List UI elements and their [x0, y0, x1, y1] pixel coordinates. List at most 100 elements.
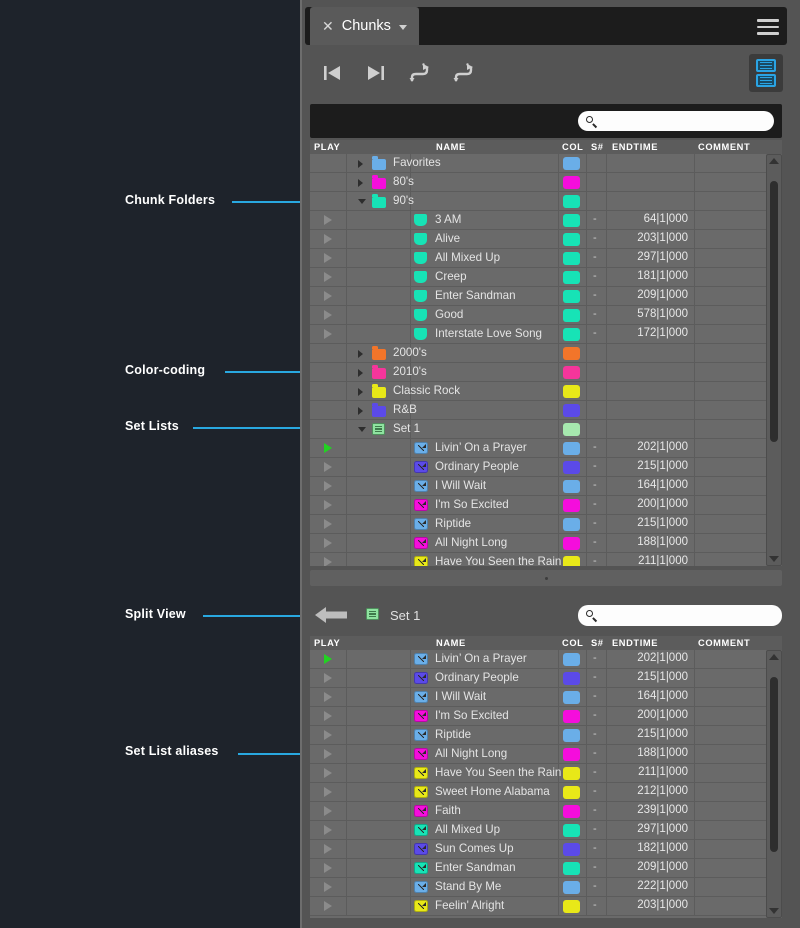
jump-previous-button[interactable]: [403, 56, 437, 90]
column-header-play[interactable]: PLAY: [314, 142, 340, 152]
color-swatch[interactable]: [563, 653, 580, 666]
table-row[interactable]: Alive-203|1|000: [310, 230, 782, 249]
table-row[interactable]: All Mixed Up-297|1|000: [310, 249, 782, 268]
color-swatch[interactable]: [563, 786, 580, 799]
column-header-endtime[interactable]: ENDTIME: [612, 142, 658, 152]
next-chunk-button[interactable]: [359, 56, 393, 90]
play-button[interactable]: [310, 496, 346, 514]
scrollbar-thumb[interactable]: [770, 677, 778, 852]
play-button[interactable]: [310, 553, 346, 566]
play-button[interactable]: [310, 669, 346, 687]
split-view-toggle[interactable]: [749, 54, 783, 92]
disclosure-triangle[interactable]: [358, 199, 366, 208]
play-button[interactable]: [310, 859, 346, 877]
table-row[interactable]: Enter Sandman-209|1|000: [310, 859, 782, 878]
color-swatch[interactable]: [563, 461, 580, 474]
color-swatch[interactable]: [563, 805, 580, 818]
play-button[interactable]: [310, 230, 346, 248]
color-swatch[interactable]: [563, 729, 580, 742]
play-button[interactable]: [310, 726, 346, 744]
table-row[interactable]: Favorites: [310, 154, 782, 173]
play-button[interactable]: [310, 287, 346, 305]
table-row[interactable]: All Mixed Up-297|1|000: [310, 821, 782, 840]
table-row[interactable]: Set 1: [310, 420, 782, 439]
table-row[interactable]: I'm So Excited-200|1|000: [310, 496, 782, 515]
play-button[interactable]: [310, 477, 346, 495]
color-swatch[interactable]: [563, 328, 580, 341]
color-swatch[interactable]: [563, 710, 580, 723]
color-swatch[interactable]: [563, 691, 580, 704]
chevron-down-icon[interactable]: [399, 25, 407, 30]
top-search-box[interactable]: [578, 111, 774, 131]
table-row[interactable]: Livin’ On a Prayer-202|1|000: [310, 439, 782, 458]
play-button[interactable]: [310, 211, 346, 229]
close-icon[interactable]: ✕: [322, 19, 334, 33]
scrollbar-thumb[interactable]: [770, 181, 778, 442]
table-row[interactable]: 2010's: [310, 363, 782, 382]
play-button[interactable]: [310, 783, 346, 801]
table-row[interactable]: Ordinary People-215|1|000: [310, 458, 782, 477]
table-row[interactable]: Have You Seen the Rain-211|1|000: [310, 553, 782, 566]
table-row[interactable]: 2000's: [310, 344, 782, 363]
disclosure-triangle[interactable]: [358, 350, 363, 358]
color-swatch[interactable]: [563, 366, 580, 379]
disclosure-triangle[interactable]: [358, 369, 363, 377]
table-row[interactable]: 90's: [310, 192, 782, 211]
top-list-scrollbar[interactable]: [766, 154, 782, 566]
play-button[interactable]: [310, 650, 346, 668]
jump-next-button[interactable]: [447, 56, 481, 90]
column-header-comment[interactable]: COMMENT: [698, 142, 750, 152]
column-header-snum[interactable]: S#: [591, 638, 604, 648]
color-swatch[interactable]: [563, 556, 580, 566]
table-row[interactable]: Feelin' Alright-203|1|000: [310, 897, 782, 916]
disclosure-triangle[interactable]: [358, 160, 363, 168]
table-row[interactable]: Stand By Me-222|1|000: [310, 878, 782, 897]
color-swatch[interactable]: [563, 900, 580, 913]
table-row[interactable]: Have You Seen the Rain-211|1|000: [310, 764, 782, 783]
color-swatch[interactable]: [563, 499, 580, 512]
play-button[interactable]: [310, 249, 346, 267]
color-swatch[interactable]: [563, 767, 580, 780]
color-swatch[interactable]: [563, 214, 580, 227]
disclosure-triangle[interactable]: [358, 179, 363, 187]
table-row[interactable]: Interstate Love Song-172|1|000: [310, 325, 782, 344]
table-row[interactable]: I'm So Excited-200|1|000: [310, 707, 782, 726]
color-swatch[interactable]: [563, 385, 580, 398]
table-row[interactable]: All Night Long-188|1|000: [310, 745, 782, 764]
color-swatch[interactable]: [563, 404, 580, 417]
column-header-play[interactable]: PLAY: [314, 638, 340, 648]
hamburger-icon[interactable]: [757, 19, 779, 35]
table-row[interactable]: Riptide-215|1|000: [310, 726, 782, 745]
play-button[interactable]: [310, 439, 346, 457]
color-swatch[interactable]: [563, 843, 580, 856]
table-row[interactable]: Good-578|1|000: [310, 306, 782, 325]
scroll-up-icon[interactable]: [769, 158, 779, 164]
column-header-endtime[interactable]: ENDTIME: [612, 638, 658, 648]
split-search-input[interactable]: [601, 609, 781, 623]
scroll-down-icon[interactable]: [769, 908, 779, 914]
play-button[interactable]: [310, 707, 346, 725]
color-swatch[interactable]: [563, 537, 580, 550]
table-row[interactable]: All Night Long-188|1|000: [310, 534, 782, 553]
color-swatch[interactable]: [563, 862, 580, 875]
split-search-box[interactable]: [578, 605, 782, 626]
color-swatch[interactable]: [563, 824, 580, 837]
color-swatch[interactable]: [563, 176, 580, 189]
play-button[interactable]: [310, 897, 346, 915]
previous-chunk-button[interactable]: [315, 56, 349, 90]
color-swatch[interactable]: [563, 881, 580, 894]
play-button[interactable]: [310, 325, 346, 343]
disclosure-triangle[interactable]: [358, 407, 363, 415]
color-swatch[interactable]: [563, 518, 580, 531]
color-swatch[interactable]: [563, 195, 580, 208]
table-row[interactable]: Ordinary People-215|1|000: [310, 669, 782, 688]
column-header-name[interactable]: NAME: [436, 638, 466, 648]
column-header-comment[interactable]: COMMENT: [698, 638, 750, 648]
tab-chunks[interactable]: ✕ Chunks: [310, 7, 419, 45]
back-arrow-icon[interactable]: [314, 604, 348, 626]
table-row[interactable]: 80's: [310, 173, 782, 192]
table-row[interactable]: 3 AM-64|1|000: [310, 211, 782, 230]
color-swatch[interactable]: [563, 157, 580, 170]
disclosure-triangle[interactable]: [358, 388, 363, 396]
play-button[interactable]: [310, 802, 346, 820]
